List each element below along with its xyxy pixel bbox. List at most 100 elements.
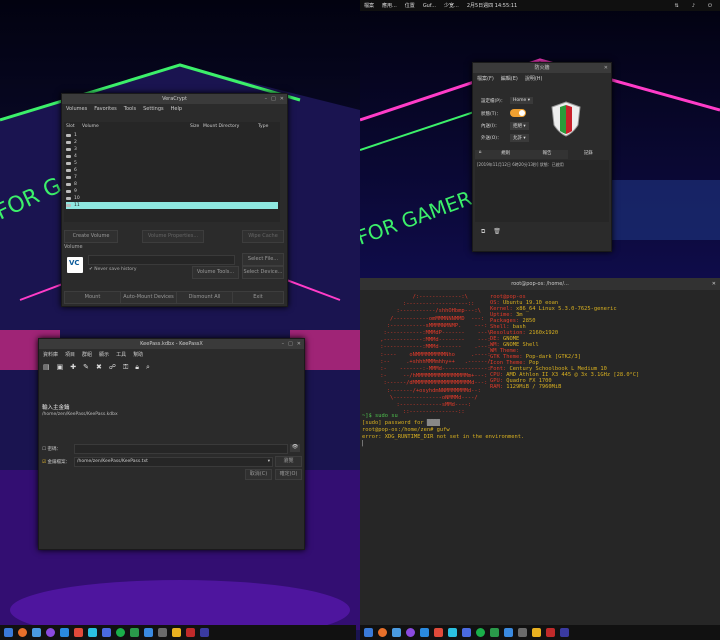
mount-button[interactable]: Mount <box>64 291 121 304</box>
power-icon[interactable]: ⏻ <box>708 3 712 9</box>
copy-log-icon[interactable]: ⧉ <box>481 228 485 236</box>
copy-password-icon[interactable]: ⚿ <box>123 363 128 372</box>
menu-help[interactable]: 說明(H) <box>525 75 543 82</box>
app-icon-tor[interactable] <box>406 628 415 637</box>
app-icon-tor[interactable] <box>46 628 55 637</box>
firewall-status-toggle[interactable] <box>510 109 526 117</box>
table-row[interactable]: 6 <box>66 167 77 174</box>
menu-edit[interactable]: 編輯(E) <box>501 75 518 82</box>
volume-properties-button[interactable]: Volume Properties... <box>142 230 204 243</box>
app-icon-editor[interactable] <box>560 628 569 637</box>
browse-button[interactable]: 瀏覽 <box>275 456 302 467</box>
maximize-icon[interactable]: □ <box>271 94 276 104</box>
input-method[interactable]: 少宽... <box>444 2 459 9</box>
app-icon-terminal[interactable] <box>420 628 429 637</box>
auto-mount-button[interactable]: Auto-Mount Devices <box>120 291 177 304</box>
search-icon[interactable]: ⌕ <box>146 363 150 372</box>
app-icon-settings[interactable] <box>102 628 111 637</box>
open-database-icon[interactable]: ▤ <box>43 363 50 372</box>
table-row[interactable]: 5 <box>66 160 77 167</box>
menu-favorites[interactable]: Favorites <box>94 106 117 112</box>
close-icon[interactable]: ✕ <box>280 94 284 104</box>
menu-view[interactable]: 顯示 <box>99 351 109 358</box>
incoming-select[interactable]: 拒絕 ▾ <box>510 122 529 130</box>
app-icon-telegram[interactable] <box>448 628 457 637</box>
menu-tools[interactable]: Tools <box>124 106 136 112</box>
volume-tools-button[interactable]: Volume Tools... <box>192 266 239 279</box>
delete-log-icon[interactable]: 🗑︎ <box>493 228 501 236</box>
app-icon-gufw[interactable] <box>490 628 499 637</box>
menu-help[interactable]: Help <box>171 106 182 112</box>
table-row[interactable]: 3 <box>66 146 77 153</box>
app-icon-files[interactable] <box>364 628 373 637</box>
activities-button[interactable]: 檔案 <box>364 2 374 9</box>
delete-entry-icon[interactable]: ✖ <box>96 363 102 372</box>
app-icon-store[interactable] <box>32 628 41 637</box>
home-icon[interactable]: ⌂ <box>475 150 485 159</box>
close-icon[interactable]: ✕ <box>297 339 301 349</box>
network-icon[interactable]: ⇅ <box>675 3 679 9</box>
terminal-titlebar[interactable]: root@pop-os: /home/... ✕ <box>360 278 720 290</box>
app-icon-store[interactable] <box>392 628 401 637</box>
menu-help[interactable]: 幫助 <box>133 351 143 358</box>
table-row[interactable]: 7 <box>66 174 77 181</box>
keyfile-select[interactable]: /home/zen/KeePass/KeePass.txt ▾ <box>74 457 273 467</box>
copy-username-icon[interactable]: ☍ <box>109 363 116 372</box>
exit-button[interactable]: Exit <box>232 291 284 304</box>
table-row[interactable]: 2 <box>66 139 77 146</box>
select-device-button[interactable]: Select Device... <box>242 266 284 279</box>
create-volume-button[interactable]: Create Volume <box>64 230 118 243</box>
gufw-titlebar[interactable]: 防火牆 ✕ <box>473 63 611 73</box>
terminal-window[interactable]: root@pop-os: /home/... ✕ /:-------------… <box>360 278 720 625</box>
maximize-icon[interactable]: □ <box>288 339 293 349</box>
edit-entry-icon[interactable]: ✎ <box>83 363 89 372</box>
tab-rules[interactable]: 規則 <box>485 150 526 159</box>
menu-groups[interactable]: 群組 <box>82 351 92 358</box>
slot-table[interactable]: Slot Volume Size Mount Directory Type 1 … <box>64 122 280 222</box>
minimize-icon[interactable]: – <box>282 339 285 349</box>
active-app[interactable]: Guf... <box>423 3 436 9</box>
wipe-cache-button[interactable]: Wipe Cache <box>242 230 284 243</box>
tab-log[interactable]: 記錄 <box>567 150 609 159</box>
app-icon-editor[interactable] <box>200 628 209 637</box>
app-icon-telegram[interactable] <box>88 628 97 637</box>
menu-settings[interactable]: Settings <box>143 106 164 112</box>
app-icon-files[interactable] <box>4 628 13 637</box>
never-save-history-checkbox[interactable]: ✔ Never save history <box>89 267 137 272</box>
minimize-icon[interactable]: – <box>265 94 268 104</box>
table-row[interactable]: 8 <box>66 181 77 188</box>
volume-path-input[interactable] <box>88 255 235 265</box>
tab-report[interactable]: 報告 <box>526 150 567 159</box>
app-icon-gufw[interactable] <box>130 628 139 637</box>
password-input[interactable] <box>74 444 288 454</box>
app-icon-terminal[interactable] <box>60 628 69 637</box>
volume-icon[interactable]: ♪ <box>692 3 695 9</box>
menu-volumes[interactable]: Volumes <box>66 106 87 112</box>
table-row-selected[interactable]: 11 <box>66 202 278 209</box>
app-icon-calendar[interactable] <box>74 628 83 637</box>
menu-file[interactable]: 檔案(F) <box>477 75 494 82</box>
reveal-password-icon[interactable]: 👁︎ <box>290 444 300 452</box>
add-entry-icon[interactable]: ✚ <box>70 363 76 372</box>
select-file-button[interactable]: Select File... <box>242 253 284 266</box>
app-icon-settings[interactable] <box>462 628 471 637</box>
table-row[interactable]: 9 <box>66 188 77 195</box>
app-icon-spotify[interactable] <box>116 628 125 637</box>
table-row[interactable]: 4 <box>66 153 77 160</box>
app-icon-keepassx[interactable] <box>518 628 527 637</box>
keyfile-checkbox[interactable]: ☑ 金鑰檔案： <box>42 459 70 465</box>
app-icon-firefox[interactable] <box>18 628 27 637</box>
cancel-button[interactable]: 取消(C) <box>245 469 272 480</box>
menu-entries[interactable]: 項目 <box>65 351 75 358</box>
menu-database[interactable]: 資料庫 <box>43 351 58 358</box>
close-icon[interactable]: ✕ <box>712 278 716 290</box>
profile-select[interactable]: Home ▾ <box>510 97 533 104</box>
menu-tools[interactable]: 工具 <box>116 351 126 358</box>
app-icon-notes[interactable] <box>532 628 541 637</box>
close-icon[interactable]: ✕ <box>604 63 608 73</box>
app-icon-calendar[interactable] <box>434 628 443 637</box>
ok-button[interactable]: 確定(O) <box>275 469 302 480</box>
app-icon-media[interactable] <box>186 628 195 637</box>
clock[interactable]: 2月5日週四 14:55:11 <box>467 2 517 9</box>
dismount-all-button[interactable]: Dismount All <box>176 291 233 304</box>
